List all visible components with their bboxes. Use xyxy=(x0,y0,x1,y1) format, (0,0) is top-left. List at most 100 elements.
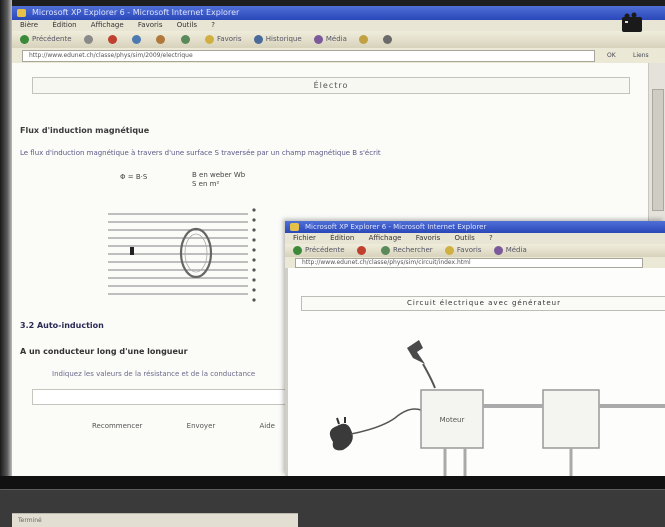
form-buttons: Recommencer Envoyer Aide xyxy=(92,422,317,430)
window2-content: Circuit électrique avec générateur Moteu… xyxy=(285,268,665,476)
media-button[interactable]: Média xyxy=(313,31,347,48)
w2-back-button[interactable]: Précédente xyxy=(293,244,345,257)
browser-window-circuit: Microsoft XP Explorer 6 - Microsoft Inte… xyxy=(285,221,665,476)
film-icon xyxy=(313,34,323,44)
formula: Φ = B·S xyxy=(120,173,148,181)
w2-menu-tools[interactable]: Outils xyxy=(455,234,475,242)
home-icon xyxy=(156,34,166,44)
photo-frame-top xyxy=(0,0,665,6)
photo-frame-left xyxy=(0,0,12,489)
window2-page-header: Circuit électrique avec générateur xyxy=(301,296,665,311)
w2-menu-file[interactable]: Fichier xyxy=(293,234,316,242)
w2-menu-edit[interactable]: Édition xyxy=(330,234,354,242)
help-button[interactable]: Aide xyxy=(260,422,275,430)
formula-unit-s: S en m² xyxy=(192,180,220,188)
formula-units: B en weber Wb S en m² xyxy=(192,171,245,189)
field-dot xyxy=(252,298,256,302)
mail-button[interactable] xyxy=(359,31,371,48)
field-dot xyxy=(252,268,256,272)
field-dot xyxy=(252,238,256,242)
stop-icon xyxy=(356,245,366,255)
w2-address-input[interactable]: http://www.edunet.ch/classe/phys/sim/cir… xyxy=(295,258,643,268)
submit-button[interactable]: Envoyer xyxy=(187,422,216,430)
back-button[interactable]: Précédente xyxy=(20,31,72,48)
plug-icon xyxy=(329,408,422,451)
back-icon xyxy=(293,245,302,255)
address-input[interactable]: http://www.edunet.ch/classe/phys/sim/200… xyxy=(22,50,595,62)
window-title: Microsoft XP Explorer 6 - Microsoft Inte… xyxy=(32,8,240,17)
favorites-icon xyxy=(204,34,214,44)
forward-button[interactable] xyxy=(83,31,96,48)
status-bar: Terminé xyxy=(12,513,298,527)
w2-favorites-button[interactable]: Favoris xyxy=(444,244,481,257)
motor-label: Moteur xyxy=(440,416,465,424)
menu-item-file[interactable]: Bière xyxy=(20,21,38,29)
mail-icon xyxy=(359,34,369,44)
refresh-button[interactable] xyxy=(132,31,144,48)
field-dot xyxy=(252,228,256,232)
surface-loop-inner xyxy=(184,233,208,273)
ie-logo-icon xyxy=(17,9,26,17)
page-header: Électro xyxy=(32,77,630,94)
field-dot xyxy=(252,288,256,292)
field-dot xyxy=(252,208,256,212)
search-icon xyxy=(180,34,190,44)
history-button[interactable]: Historique xyxy=(253,31,302,48)
refresh-icon xyxy=(132,34,142,44)
toolbar: Précédente Favoris Historique Média xyxy=(12,31,665,48)
answer-input[interactable] xyxy=(32,389,304,405)
stop-button[interactable] xyxy=(108,31,120,48)
back-icon xyxy=(20,34,29,44)
section-title: 3.2 Auto-induction xyxy=(20,321,104,330)
formula-unit-b: B en weber Wb xyxy=(192,171,246,179)
favorites-button[interactable]: Favoris xyxy=(204,31,242,48)
scrollbar-thumb[interactable] xyxy=(652,89,664,211)
menu-item-help[interactable]: ? xyxy=(211,21,215,29)
surface-marker xyxy=(130,247,134,255)
forward-icon xyxy=(83,34,93,44)
section-heading: Flux d'induction magnétique xyxy=(20,126,150,135)
favorites-icon xyxy=(444,245,454,255)
w2-menu-view[interactable]: Affichage xyxy=(369,234,402,242)
field-dot xyxy=(252,248,256,252)
w2-search-button[interactable]: Rechercher xyxy=(381,244,433,257)
w2-media-button[interactable]: Média xyxy=(493,244,527,257)
print-icon xyxy=(383,34,393,44)
menu-item-favorites[interactable]: Favoris xyxy=(138,21,163,29)
window2-titlebar: Microsoft XP Explorer 6 - Microsoft Inte… xyxy=(285,221,665,233)
instruction-paragraph: Indiquez les valeurs de la résistance et… xyxy=(52,370,256,378)
search-button[interactable] xyxy=(180,31,193,48)
w2-stop-button[interactable] xyxy=(356,244,369,257)
reset-button[interactable]: Recommencer xyxy=(92,422,142,430)
menu-item-view[interactable]: Affichage xyxy=(91,21,124,29)
address-bar: http://www.edunet.ch/classe/phys/sim/200… xyxy=(12,48,665,63)
stop-icon xyxy=(108,34,117,44)
menu-item-edit[interactable]: Édition xyxy=(52,21,76,29)
intro-paragraph: Le flux d'induction magnétique à travers… xyxy=(20,149,381,157)
photo-frame-bottom xyxy=(0,476,665,489)
field-dot xyxy=(252,218,256,222)
window-titlebar: Microsoft XP Explorer 6 - Microsoft Inte… xyxy=(12,6,665,20)
menu-bar: Bière Édition Affichage Favoris Outils ? xyxy=(12,20,665,31)
ie-logo-icon xyxy=(290,223,299,231)
print-button[interactable] xyxy=(383,31,395,48)
window2-address-bar: http://www.edunet.ch/classe/phys/sim/cir… xyxy=(285,257,665,268)
circuit-diagram: Moteur xyxy=(329,340,665,476)
links-button[interactable]: Liens xyxy=(633,50,649,61)
history-icon xyxy=(253,34,263,44)
film-icon xyxy=(493,245,503,255)
w2-menu-favorites[interactable]: Favoris xyxy=(416,234,441,242)
window2-menu-bar: Fichier Édition Affichage Favoris Outils… xyxy=(285,233,665,244)
film-icon xyxy=(622,12,642,32)
window2-title: Microsoft XP Explorer 6 - Microsoft Inte… xyxy=(305,223,487,231)
field-dot xyxy=(252,258,256,262)
menu-item-tools[interactable]: Outils xyxy=(177,21,197,29)
go-button[interactable]: OK xyxy=(607,50,616,61)
component-box xyxy=(542,389,600,449)
flux-diagram xyxy=(108,208,256,302)
home-button[interactable] xyxy=(156,31,168,48)
w2-menu-help[interactable]: ? xyxy=(489,234,493,242)
window2-toolbar: Précédente Rechercher Favoris Média xyxy=(285,244,665,257)
bulb-icon xyxy=(407,340,436,389)
field-dot xyxy=(252,278,256,282)
